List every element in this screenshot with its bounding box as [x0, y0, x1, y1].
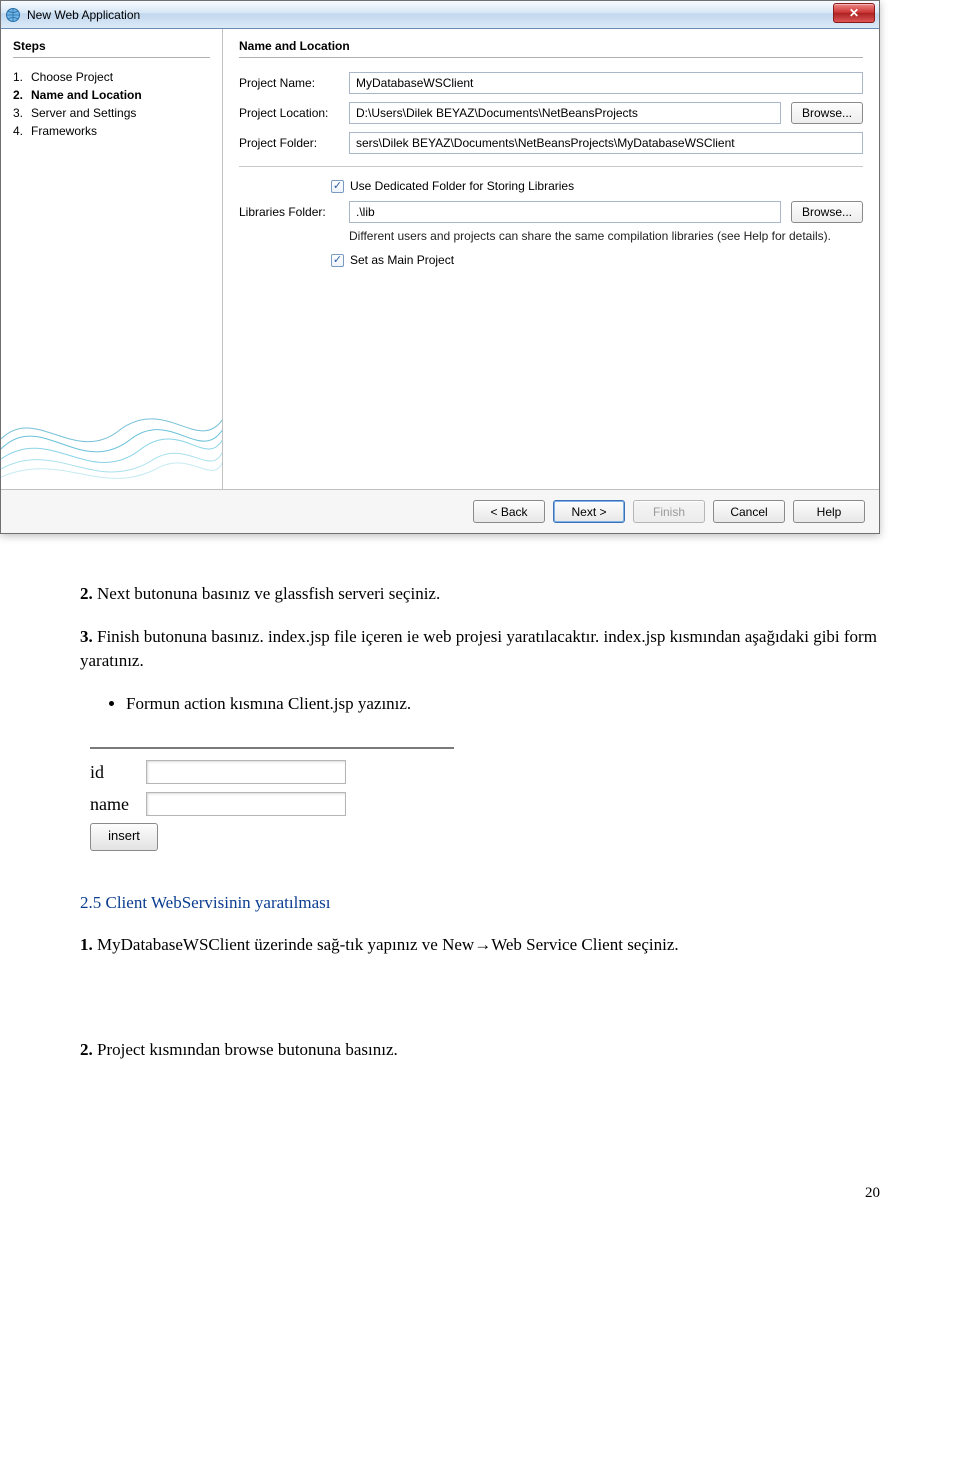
id-label: id [90, 759, 146, 785]
libraries-helper-text: Different users and projects can share t… [239, 229, 863, 243]
steps-pane: Steps 1.Choose Project 2.Name and Locati… [1, 29, 223, 489]
dialog-titlebar[interactable]: New Web Application ✕ [1, 1, 879, 29]
app-icon [5, 7, 21, 23]
project-name-input[interactable]: MyDatabaseWSClient [349, 72, 863, 94]
instruction-step-2: 2. Next butonuna basınız ve glassfish se… [80, 582, 880, 607]
instruction-2-5-step-1: 1. MyDatabaseWSClient üzerinde sağ-tık y… [80, 933, 880, 958]
browse-libraries-button[interactable]: Browse... [791, 201, 863, 223]
libraries-folder-label: Libraries Folder: [239, 205, 349, 219]
sample-html-form: id name insert [80, 737, 464, 865]
browse-location-button[interactable]: Browse... [791, 102, 863, 124]
steps-title: Steps [13, 39, 210, 58]
project-name-label: Project Name: [239, 76, 349, 90]
content-title: Name and Location [239, 39, 863, 58]
decorative-wave-art [1, 369, 222, 489]
new-web-application-dialog: New Web Application ✕ Steps 1.Choose Pro… [0, 0, 880, 534]
name-label: name [90, 791, 146, 817]
close-icon: ✕ [849, 6, 859, 20]
instruction-step-3: 3. Finish butonuna basınız. index.jsp fi… [80, 625, 880, 674]
window-close-button[interactable]: ✕ [833, 3, 875, 23]
next-button[interactable]: Next > [553, 500, 625, 523]
project-location-input[interactable]: D:\Users\Dilek BEYAZ\Documents\NetBeansP… [349, 102, 781, 124]
steps-list: 1.Choose Project 2.Name and Location 3.S… [13, 68, 210, 140]
step-item: 1.Choose Project [13, 68, 210, 86]
step-item: 4.Frameworks [13, 122, 210, 140]
dedicated-folder-checkbox[interactable] [331, 180, 344, 193]
main-project-label: Set as Main Project [350, 253, 454, 267]
project-folder-label: Project Folder: [239, 136, 349, 150]
instruction-2-5-step-2: 2. Project kısmından browse butonuna bas… [80, 1038, 880, 1063]
insert-button[interactable]: insert [90, 823, 158, 851]
content-pane: Name and Location Project Name: MyDataba… [223, 29, 879, 489]
document-body: 2. Next butonuna basınız ve glassfish se… [0, 534, 960, 1264]
bullet-item: Formun action kısmına Client.jsp yazınız… [126, 692, 880, 717]
main-project-checkbox[interactable] [331, 254, 344, 267]
help-button[interactable]: Help [793, 500, 865, 523]
step-item: 3.Server and Settings [13, 104, 210, 122]
finish-button[interactable]: Finish [633, 500, 705, 523]
dialog-button-bar: < Back Next > Finish Cancel Help [1, 489, 879, 533]
dedicated-folder-label: Use Dedicated Folder for Storing Librari… [350, 179, 574, 193]
dialog-title: New Web Application [27, 8, 140, 22]
id-input[interactable] [146, 760, 346, 784]
libraries-folder-input[interactable]: .\lib [349, 201, 781, 223]
back-button[interactable]: < Back [473, 500, 545, 523]
project-folder-input[interactable]: sers\Dilek BEYAZ\Documents\NetBeansProje… [349, 132, 863, 154]
step-item: 2.Name and Location [13, 86, 210, 104]
project-location-label: Project Location: [239, 106, 349, 120]
cancel-button[interactable]: Cancel [713, 500, 785, 523]
section-heading-2-5: 2.5 Client WebServisinin yaratılması [80, 891, 880, 916]
name-input[interactable] [146, 792, 346, 816]
page-number: 20 [80, 1183, 880, 1205]
